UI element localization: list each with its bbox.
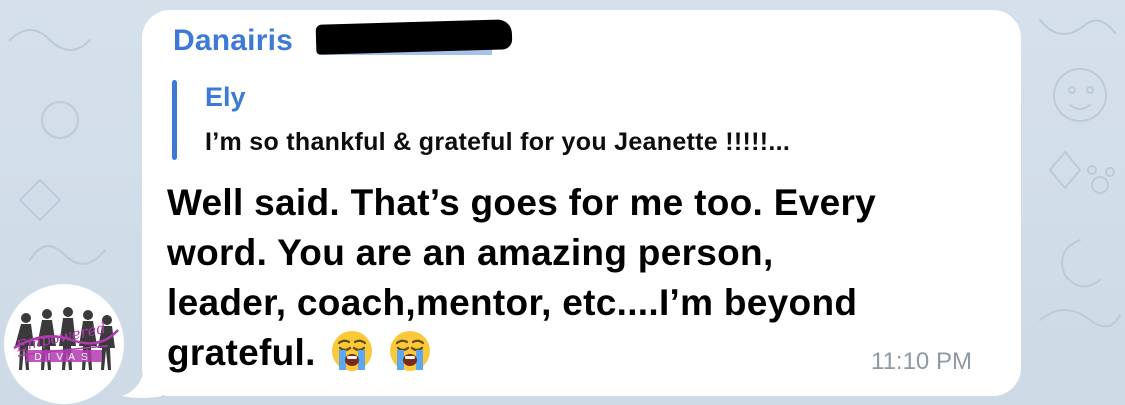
reply-author: Ely (205, 82, 246, 112)
message-timestamp: 11:10 PM (871, 348, 972, 375)
reply-preview: I’m so thankful & grateful for you Jeane… (205, 128, 791, 156)
message-text: Well said. That’s goes for me too. Every… (167, 178, 977, 378)
redaction-mark (315, 19, 513, 55)
message-line: grateful. (167, 332, 316, 373)
message-line-last: grateful. (167, 328, 977, 378)
logo-caps-text: DIVAS (34, 352, 93, 363)
empowered-divas-logo: Empowered DIVAS (13, 307, 119, 370)
reply-bar (172, 80, 177, 160)
avatar[interactable]: Empowered DIVAS (4, 284, 124, 404)
message-line: Well said. That’s goes for me too. Every (167, 182, 877, 223)
reply-quote[interactable]: Ely I’m so thankful & grateful for you J… (172, 78, 992, 160)
loudly-crying-face-icon (330, 329, 374, 373)
message-line: leader, coach,mentor, etc....I’m beyond (167, 282, 858, 323)
loudly-crying-face-icon (388, 329, 432, 373)
message-bubble[interactable]: Danairis Ely I’m so thankful & grateful … (142, 10, 1021, 396)
message-line: word. You are an amazing person, (167, 232, 774, 273)
sender-name[interactable]: Danairis (173, 24, 293, 58)
